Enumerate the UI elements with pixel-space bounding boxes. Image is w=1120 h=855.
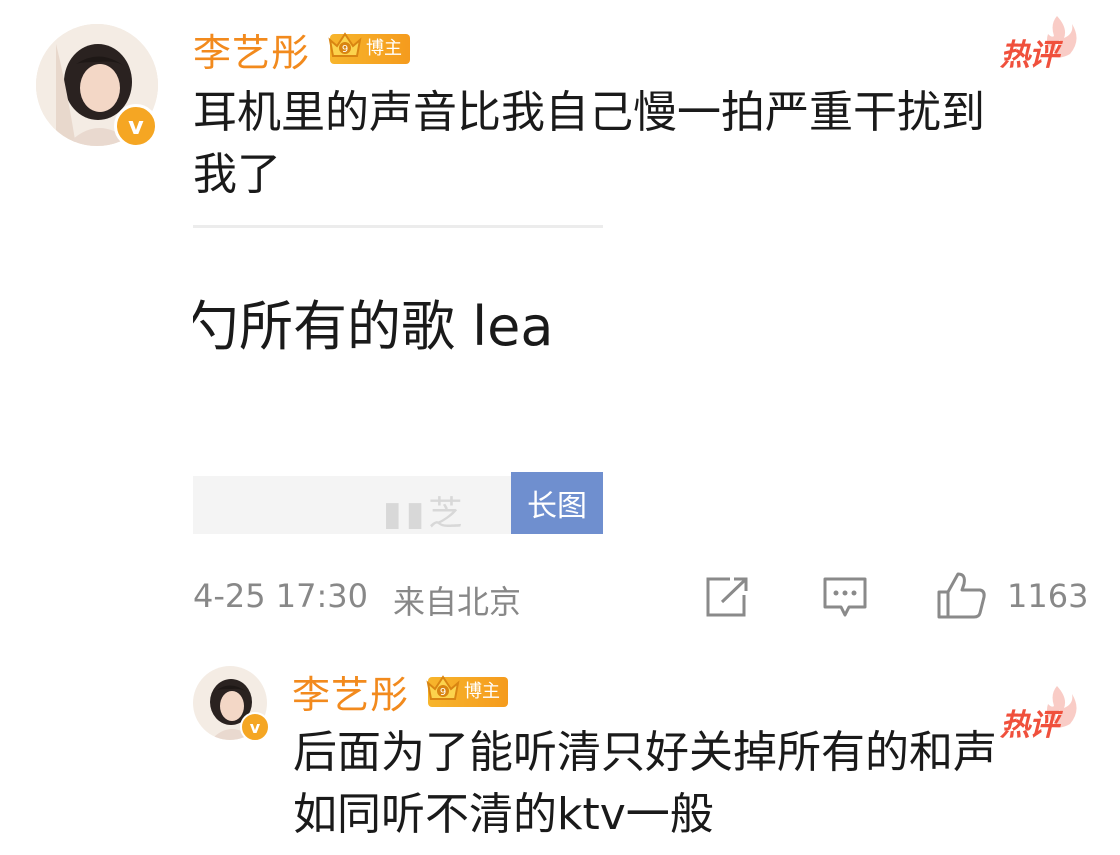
- username[interactable]: 李艺彤: [193, 22, 310, 77]
- divider: [193, 225, 603, 228]
- svg-text:9: 9: [440, 687, 446, 698]
- crown-icon: 9: [328, 32, 362, 57]
- reply-verified-badge-icon: v: [240, 712, 270, 742]
- reply-badge-label: 博主: [464, 681, 500, 702]
- reply-text-line-1: 后面为了能听清只好关掉所有的和声: [293, 727, 997, 778]
- verified-badge-icon: v: [114, 104, 158, 148]
- reply-rank-badge: 9 博主: [426, 675, 508, 707]
- badge-label: 博主: [366, 38, 402, 59]
- long-image-preview[interactable]: 勺所有的歌 lea ▮▮芝 长图: [193, 222, 603, 534]
- reply-username[interactable]: 李艺彤: [292, 664, 409, 719]
- reply-hot-comment-tag: 热评: [1000, 708, 1059, 743]
- comment-text-line-2: 我了: [193, 149, 281, 200]
- rank-badge: 9 博主: [328, 32, 410, 64]
- long-image-text: 勺所有的歌 lea: [193, 295, 554, 358]
- long-image-watermark: ▮▮芝: [383, 494, 467, 534]
- long-image-tag[interactable]: 长图: [511, 472, 603, 534]
- svg-text:9: 9: [342, 44, 348, 55]
- reply-crown-icon: 9: [426, 675, 460, 700]
- hot-comment-tag: 热评: [1000, 38, 1059, 73]
- like-count: 1163: [1007, 577, 1089, 615]
- like-icon[interactable]: [936, 570, 988, 620]
- reply-text-line-2: 如同听不清的ktv一般: [293, 789, 714, 840]
- comment-icon[interactable]: [822, 576, 868, 620]
- location: 来自北京: [393, 583, 522, 621]
- timestamp: 4-25 17:30: [193, 577, 369, 615]
- share-icon[interactable]: [704, 576, 750, 618]
- comment-text-line-1: 耳机里的声音比我自己慢一拍严重干扰到: [193, 87, 985, 138]
